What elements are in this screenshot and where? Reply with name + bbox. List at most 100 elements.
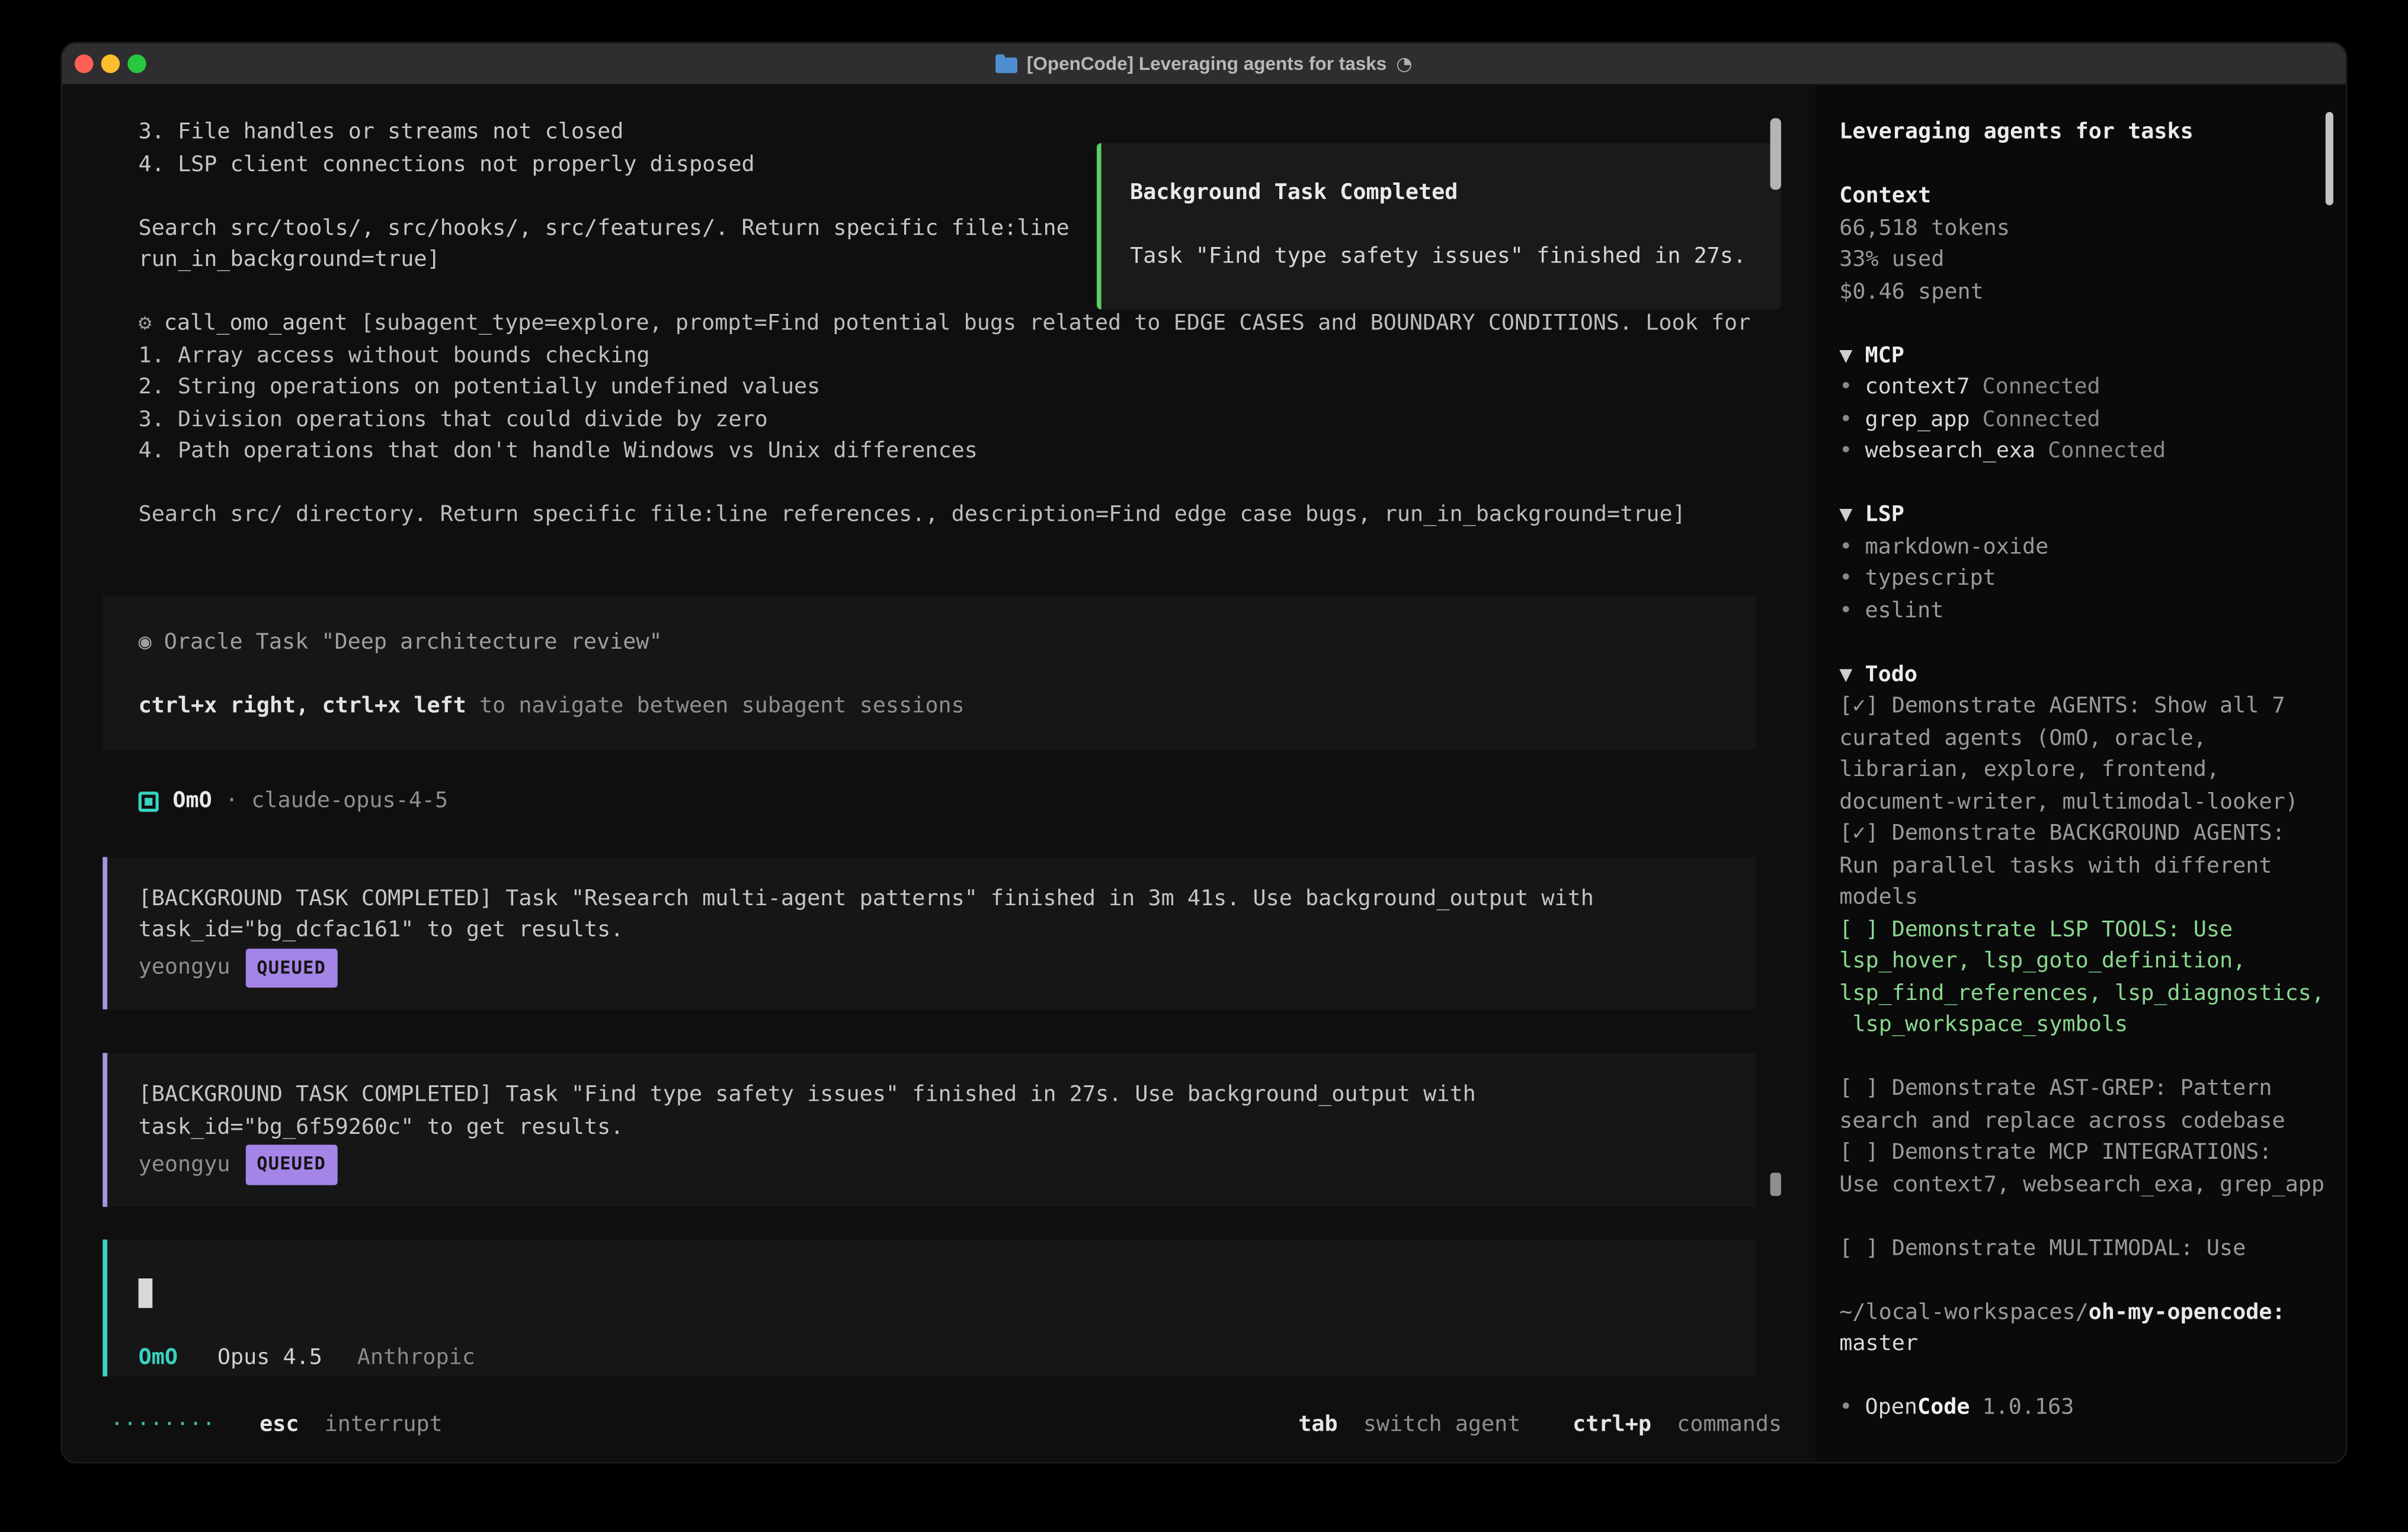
mcp-item-status: Connected	[2048, 438, 2166, 463]
lsp-item: • eslint	[1839, 595, 2330, 627]
message-text: [BACKGROUND TASK COMPLETED] Task "Find t…	[139, 1079, 1726, 1143]
agent-header: OmO · claude-opus-4-5	[139, 786, 1757, 818]
todo-item: [ ] Demonstrate MCP INTEGRATIONS: Use co…	[1839, 1137, 2330, 1201]
ctrlp-key-hint: ctrl+p	[1573, 1412, 1651, 1437]
input-model-label: Opus 4.5	[217, 1345, 322, 1370]
lsp-item: • markdown-oxide	[1839, 531, 2330, 563]
message-meta: yeongyu QUEUED	[139, 1145, 1726, 1184]
mcp-item-status: Connected	[1982, 375, 2100, 400]
mcp-item-name: websearch_exa	[1865, 438, 2035, 463]
mcp-item-name: context7	[1865, 375, 1970, 400]
input-agent-label: OmO	[139, 1345, 178, 1370]
agent-icon	[139, 791, 159, 812]
busy-indicator-icon: ◔	[1396, 53, 1413, 75]
toast-title: Background Task Completed	[1130, 177, 1754, 209]
mcp-item: • websearch_exa Connected	[1839, 435, 2330, 467]
workspace-info: ~/local-workspaces/oh-my-opencode: maste…	[1839, 1296, 2330, 1360]
workspace-path: ~/local-workspaces/oh-my-opencode:	[1839, 1296, 2330, 1328]
input-model-row: OmO Opus 4.5 Anthropic	[139, 1341, 1757, 1373]
lsp-item-name: markdown-oxide	[1865, 534, 2048, 559]
collapse-caret-icon: ▼	[1839, 343, 1852, 368]
message-author: yeongyu	[139, 1149, 230, 1181]
window-title-text: [OpenCode] Leveraging agents for tasks	[1027, 53, 1386, 75]
mcp-item-name: grep_app	[1865, 407, 1970, 432]
lsp-heading-label: LSP	[1865, 502, 1904, 527]
esc-key-hint: esc	[260, 1412, 299, 1437]
prompt-input[interactable]: OmO Opus 4.5 Anthropic	[103, 1239, 1757, 1376]
background-task-toast: Background Task Completed Task "Find typ…	[1097, 143, 1782, 310]
todo-heading-label: Todo	[1865, 662, 1917, 687]
tool-call-args: [subagent_type=explore, prompt=Find pote…	[139, 311, 1751, 527]
lsp-item-name: eslint	[1865, 598, 1943, 623]
todo-heading: ▼ Todo	[1839, 659, 2330, 691]
tool-call-name: call_omo_agent	[164, 311, 348, 336]
main-scrollbar-thumb-bottom[interactable]	[1771, 1172, 1782, 1196]
esc-key-label: interrupt	[325, 1412, 443, 1437]
bullet-icon: •	[1839, 407, 1852, 432]
tab-key-label: switch agent	[1363, 1412, 1521, 1437]
message-meta: yeongyu QUEUED	[139, 948, 1726, 988]
bullet-icon: •	[1839, 1395, 1852, 1420]
context-heading: Context	[1839, 181, 2330, 213]
status-badge: QUEUED	[246, 1145, 337, 1184]
todo-section: ▼ Todo [✓] Demonstrate AGENTS: Show all 7…	[1839, 659, 2330, 1265]
status-badge: QUEUED	[246, 948, 337, 988]
close-button[interactable]	[75, 55, 94, 73]
chat-pane: 3. File handles or streams not closed 4.…	[62, 85, 1816, 1463]
text-cursor	[139, 1278, 153, 1307]
screen: [OpenCode] Leveraging agents for tasks ◔…	[0, 0, 2408, 1532]
message-author: yeongyu	[139, 952, 230, 984]
bullet-icon: •	[1839, 438, 1852, 463]
mcp-item-status: Connected	[1982, 407, 2100, 432]
workspace-repo: oh-my-opencode:	[2089, 1299, 2285, 1324]
status-left: ········ esc interrupt	[110, 1409, 442, 1441]
lsp-heading: ▼LSP	[1839, 499, 2330, 531]
todo-item: [ ] Demonstrate LSP TOOLS: Use lsp_hover…	[1839, 914, 2330, 1041]
bullet-icon: •	[1839, 566, 1852, 591]
mcp-heading-label: MCP	[1865, 343, 1904, 368]
agent-model: · claude-opus-4-5	[212, 786, 448, 818]
agent-name: OmO	[172, 786, 212, 818]
workspace-branch: master	[1839, 1328, 2330, 1360]
input-provider-label: Anthropic	[357, 1345, 475, 1370]
lsp-section: ▼LSP • markdown-oxide •typescript • eslint	[1839, 499, 2330, 627]
app-name: Open	[1865, 1395, 1917, 1420]
spinner-dots: ········	[110, 1412, 215, 1437]
ctrlp-key-label: commands	[1677, 1412, 1782, 1437]
oracle-task-title: Oracle Task "Deep architecture review"	[164, 630, 662, 655]
main-scrollbar-thumb[interactable]	[1771, 118, 1782, 190]
tab-key-hint: tab	[1298, 1412, 1337, 1437]
context-spent: $0.46 spent	[1839, 276, 2330, 308]
oracle-task-panel: ◉Oracle Task "Deep architecture review" …	[103, 595, 1757, 749]
bullet-icon: •	[1839, 534, 1852, 559]
lsp-item: •typescript	[1839, 563, 2330, 595]
minimize-button[interactable]	[101, 55, 120, 73]
terminal-window: [OpenCode] Leveraging agents for tasks ◔…	[60, 42, 2347, 1464]
sidebar-scrollbar-thumb[interactable]	[2326, 112, 2333, 206]
context-tokens: 66,518 tokens	[1839, 212, 2330, 244]
status-bar: ········ esc interrupt tab switch agent …	[110, 1409, 1782, 1441]
session-title: Leveraging agents for tasks	[1839, 117, 2330, 149]
bullet-icon: •	[1839, 598, 1852, 623]
message-text: [BACKGROUND TASK COMPLETED] Task "Resear…	[139, 883, 1726, 947]
toast-body: Task "Find type safety issues" finished …	[1130, 241, 1754, 273]
bullet-icon: •	[1839, 375, 1852, 400]
window-title: [OpenCode] Leveraging agents for tasks ◔	[995, 53, 1412, 75]
status-right: tab switch agent ctrl+p commands	[1298, 1409, 1782, 1441]
context-used: 33% used	[1839, 244, 2330, 276]
mcp-section: ▼ MCP • context7 Connected • grep_app Connect…	[1839, 340, 2330, 467]
todo-item: [ ] Demonstrate AST-GREP: Pattern search…	[1839, 1073, 2330, 1137]
mcp-heading: ▼ MCP	[1839, 340, 2330, 372]
hint-text: to navigate between subagent sessions	[466, 694, 965, 719]
mcp-item: • grep_app Connected	[1839, 403, 2330, 435]
tool-call-block: ⚙call_omo_agent [subagent_type=explore, …	[139, 308, 1757, 531]
subagent-session-icon: ◉	[139, 630, 152, 655]
todo-item: [✓] Demonstrate AGENTS: Show all 7 curat…	[1839, 691, 2330, 818]
session-sidebar: Leveraging agents for tasks Context 66,5…	[1816, 85, 2346, 1463]
oracle-task-title-row: ◉ Oracle Task "Deep architecture review"	[139, 627, 1726, 659]
zoom-button[interactable]	[127, 55, 146, 73]
hint-keys: ctrl+x right, ctrl+x left	[139, 694, 466, 719]
context-section: Context 66,518 tokens 33% used $0.46 spe…	[1839, 181, 2330, 308]
todo-item: [✓] Demonstrate BACKGROUND AGENTS: Run p…	[1839, 818, 2330, 914]
collapse-caret-icon: ▼	[1839, 662, 1852, 687]
